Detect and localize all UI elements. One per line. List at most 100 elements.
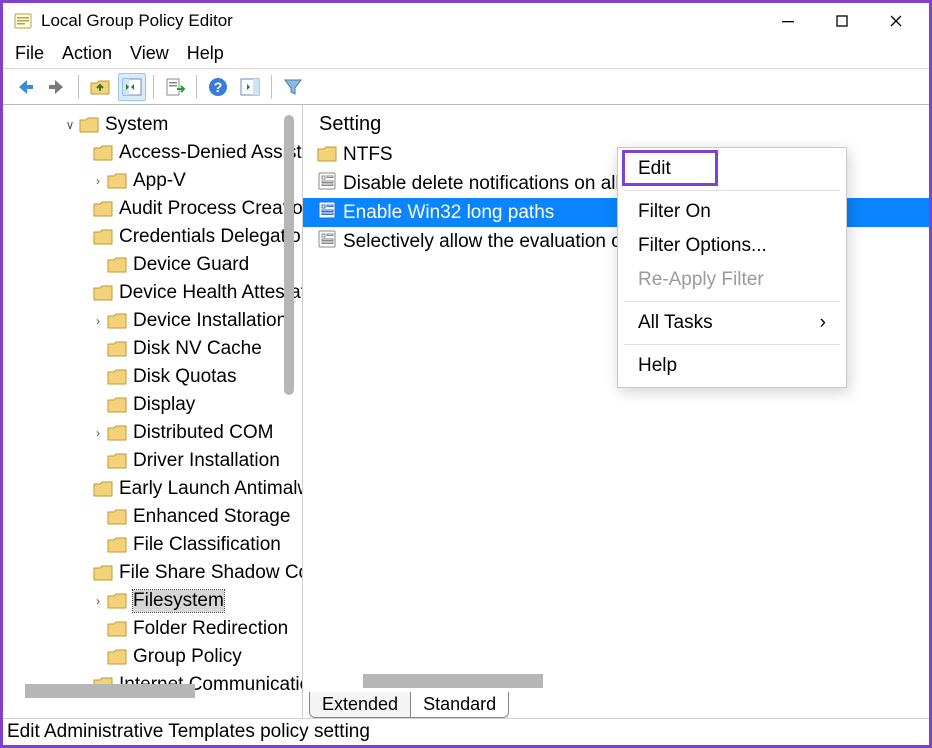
tree-node[interactable]: Device Guard	[3, 251, 302, 279]
tree-label: File Classification	[133, 534, 281, 556]
tree-node[interactable]: › App-V	[3, 167, 302, 195]
tree-vertical-scrollbar[interactable]	[284, 115, 294, 395]
context-menu-item[interactable]: Edit	[618, 152, 846, 186]
svg-text:?: ?	[214, 79, 223, 95]
filter-button[interactable]	[279, 73, 307, 101]
tree-label: Enhanced Storage	[133, 506, 290, 528]
tree-label: App-V	[133, 170, 186, 192]
chevron-right-icon: ›	[820, 312, 826, 334]
tabs-strip: Extended Standard	[309, 692, 508, 718]
setting-icon	[317, 200, 343, 226]
tree-node[interactable]: Credentials Delegation	[3, 223, 302, 251]
context-menu-label: Re-Apply Filter	[638, 269, 764, 291]
tab-standard[interactable]: Standard	[410, 692, 509, 718]
context-menu-label: All Tasks	[638, 312, 713, 334]
menu-help[interactable]: Help	[187, 43, 224, 64]
folder-icon	[317, 145, 337, 165]
expand-icon[interactable]: ›	[91, 314, 105, 328]
tree-label: Audit Process Creation	[119, 198, 303, 220]
menubar: File Action View Help	[3, 39, 929, 69]
tree-label: System	[105, 114, 168, 136]
action-pane-button[interactable]	[236, 73, 264, 101]
tree-label: Disk NV Cache	[133, 338, 262, 360]
list-item-label: NTFS	[343, 144, 393, 166]
list-column-header[interactable]: Setting	[303, 113, 929, 140]
tree-pane: ∨ System Access-Denied Assistance › App-V Aud…	[3, 105, 303, 718]
tree-node[interactable]: Driver Installation	[3, 447, 302, 475]
context-menu: Edit Filter On Filter Options... Re-Apply F…	[617, 147, 847, 388]
tree-node[interactable]: › Device Installation	[3, 307, 302, 335]
expand-icon[interactable]: ›	[91, 426, 105, 440]
help-button[interactable]: ?	[204, 73, 232, 101]
tree-label: Early Launch Antimalware	[119, 478, 303, 500]
context-menu-label: Edit	[638, 158, 671, 180]
list-horizontal-scrollbar[interactable]	[363, 674, 543, 688]
context-menu-separator	[624, 344, 840, 345]
menu-file[interactable]: File	[15, 43, 44, 64]
tab-extended[interactable]: Extended	[309, 692, 411, 718]
expand-icon[interactable]: ›	[91, 174, 105, 188]
statusbar-text: Edit Administrative Templates policy set…	[7, 721, 370, 743]
tree-node[interactable]: Device Health Attestation	[3, 279, 302, 307]
tree-label: Disk Quotas	[133, 366, 236, 388]
tree-label: Folder Redirection	[133, 618, 288, 640]
tree-label: Driver Installation	[133, 450, 280, 472]
context-menu-item[interactable]: Filter On	[618, 195, 846, 229]
context-menu-item[interactable]: All Tasks ›	[618, 306, 846, 340]
context-menu-label: Filter Options...	[638, 235, 767, 257]
tree-label: Device Guard	[133, 254, 249, 276]
maximize-button[interactable]	[815, 3, 869, 39]
up-folder-button[interactable]	[86, 73, 114, 101]
toolbar: ?	[3, 69, 929, 105]
tree-label: Access-Denied Assistance	[119, 142, 303, 164]
context-menu-item: Re-Apply Filter	[618, 263, 846, 297]
expand-icon[interactable]: ›	[91, 594, 105, 608]
setting-icon	[317, 171, 343, 197]
export-list-button[interactable]	[161, 73, 189, 101]
tree-label: Credentials Delegation	[119, 226, 303, 248]
context-menu-separator	[624, 190, 840, 191]
context-menu-label: Help	[638, 355, 677, 377]
tree-node-system[interactable]: ∨ System	[3, 111, 302, 139]
show-hide-tree-button[interactable]	[118, 73, 146, 101]
menu-action[interactable]: Action	[62, 43, 112, 64]
tree-node[interactable]: Disk NV Cache	[3, 335, 302, 363]
list-pane: Setting NTFSDisable delete notifications…	[303, 105, 929, 718]
tree-node[interactable]: Audit Process Creation	[3, 195, 302, 223]
expand-icon[interactable]: ∨	[63, 118, 77, 132]
tree-label: Display	[133, 394, 195, 416]
tree-node[interactable]: Folder Redirection	[3, 615, 302, 643]
window-title: Local Group Policy Editor	[41, 11, 233, 31]
tree-label: Group Policy	[133, 646, 242, 668]
tree-node[interactable]: › Filesystem	[3, 587, 302, 615]
tree-node[interactable]: Enhanced Storage	[3, 503, 302, 531]
tree-node[interactable]: File Classification	[3, 531, 302, 559]
tree-label: Distributed COM	[133, 422, 273, 444]
tree-horizontal-scrollbar[interactable]	[25, 684, 195, 698]
tree-label: File Share Shadow Copy	[119, 562, 303, 584]
context-menu-item[interactable]: Help	[618, 349, 846, 383]
tree-label: Device Installation	[133, 310, 287, 332]
tree-node[interactable]: › Distributed COM	[3, 419, 302, 447]
context-menu-item[interactable]: Filter Options...	[618, 229, 846, 263]
tree-label: Device Health Attestation	[119, 282, 303, 304]
tree-node[interactable]: Access-Denied Assistance	[3, 139, 302, 167]
tree-node[interactable]: Display	[3, 391, 302, 419]
tree-node[interactable]: Group Policy	[3, 643, 302, 671]
list-item-label: Enable Win32 long paths	[343, 202, 554, 224]
statusbar: Edit Administrative Templates policy set…	[3, 719, 929, 745]
app-icon	[13, 11, 33, 31]
tree-node[interactable]: Disk Quotas	[3, 363, 302, 391]
menu-view[interactable]: View	[130, 43, 169, 64]
minimize-button[interactable]	[761, 3, 815, 39]
context-menu-label: Filter On	[638, 201, 711, 223]
context-menu-separator	[624, 301, 840, 302]
setting-icon	[317, 229, 343, 255]
titlebar: Local Group Policy Editor	[3, 3, 929, 39]
tree-label: Filesystem	[133, 590, 224, 612]
tree-node[interactable]: Early Launch Antimalware	[3, 475, 302, 503]
tree-node[interactable]: File Share Shadow Copy	[3, 559, 302, 587]
forward-button[interactable]	[43, 73, 71, 101]
back-button[interactable]	[11, 73, 39, 101]
close-button[interactable]	[869, 3, 923, 39]
